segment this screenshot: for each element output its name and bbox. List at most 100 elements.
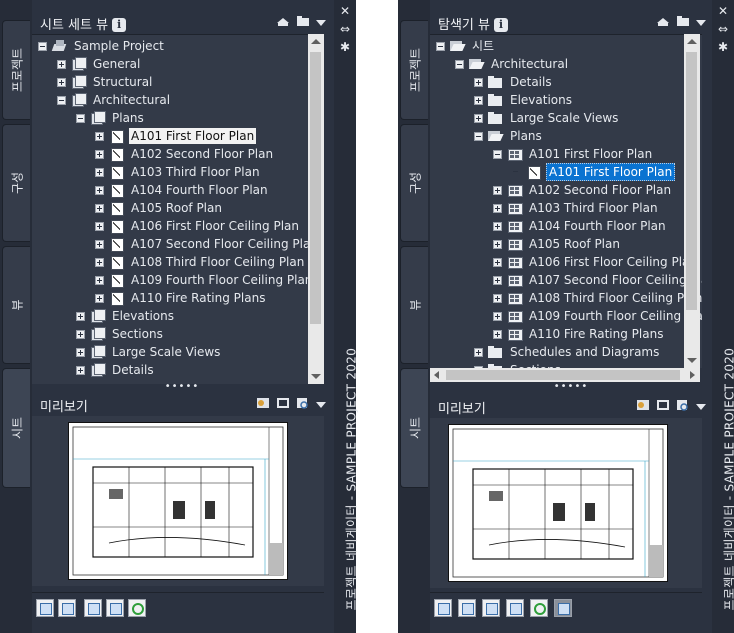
tree-item[interactable]: A106 First Floor Ceiling Plan — [493, 253, 699, 271]
preview-sheet-icon[interactable] — [636, 399, 650, 411]
expand-icon[interactable] — [493, 329, 502, 339]
expand-icon[interactable] — [493, 275, 502, 285]
expand-icon[interactable] — [474, 347, 483, 357]
tab-sheets[interactable]: 시트 — [2, 368, 30, 488]
new-sheet-button[interactable] — [434, 599, 452, 617]
expand-icon[interactable] — [76, 365, 85, 375]
view-button[interactable] — [506, 599, 524, 617]
collapse-icon[interactable] — [493, 149, 502, 159]
tree-item[interactable]: Structural — [57, 73, 154, 91]
tree-item[interactable]: Plans — [474, 127, 544, 145]
tab-project[interactable]: 프로젝트 — [400, 20, 428, 120]
tree-item[interactable]: A110 Fire Rating Plans — [95, 289, 267, 307]
close-icon[interactable]: ✕ — [716, 4, 730, 18]
expand-icon[interactable] — [474, 95, 483, 105]
chevron-down-icon[interactable] — [316, 19, 326, 26]
tree-item[interactable]: A103 Third Floor Plan — [493, 199, 660, 217]
tree-vertical-scrollbar[interactable] — [684, 34, 700, 368]
tree-item[interactable]: Sections — [474, 361, 563, 368]
preview-sheet-icon[interactable] — [256, 397, 270, 409]
tab-constructs[interactable]: 구성 — [2, 124, 30, 242]
expand-icon[interactable] — [474, 113, 483, 123]
expand-icon[interactable] — [95, 257, 104, 267]
scroll-down-icon[interactable] — [311, 374, 321, 379]
tree-item[interactable]: A110 Fire Rating Plans — [493, 325, 665, 343]
scroll-thumb[interactable] — [310, 52, 321, 324]
tree-item[interactable]: 시트 — [436, 37, 496, 55]
tree-item[interactable]: A107 Second Floor Ceiling Plan — [493, 271, 702, 289]
tree-item[interactable]: Architectural — [57, 91, 172, 109]
tree-item[interactable]: Plans — [76, 109, 146, 127]
tree-item[interactable]: A108 Third Floor Ceiling Plan — [95, 253, 306, 271]
expand-icon[interactable] — [493, 203, 502, 213]
gear-icon[interactable]: ✱ — [716, 40, 730, 54]
tree-item[interactable]: A107 Second Floor Ceiling Plan — [95, 235, 320, 253]
preview-details-icon[interactable] — [276, 397, 290, 409]
expand-icon[interactable] — [95, 149, 104, 159]
tree-item[interactable]: A108 Third Floor Ceiling Plan — [493, 289, 702, 307]
expand-icon[interactable] — [95, 239, 104, 249]
scroll-up-icon[interactable] — [311, 39, 321, 44]
tree-item[interactable]: General — [57, 55, 142, 73]
preview-details-icon[interactable] — [656, 399, 670, 411]
tree-item[interactable]: Sample Project — [38, 37, 166, 55]
expand-icon[interactable] — [95, 131, 104, 141]
chevron-down-icon[interactable] — [696, 19, 706, 26]
tab-views[interactable]: 뷰 — [400, 246, 428, 364]
expand-icon[interactable] — [95, 293, 104, 303]
expand-icon[interactable] — [493, 257, 502, 267]
collapse-icon[interactable] — [38, 41, 47, 51]
scroll-down-icon[interactable] — [687, 358, 697, 363]
tree-vertical-scrollbar[interactable] — [308, 34, 324, 384]
preview-zoom-icon[interactable] — [296, 397, 310, 409]
tree-item[interactable]: A101 First Floor Plan — [493, 145, 654, 163]
scroll-left-icon[interactable] — [434, 371, 439, 379]
info-icon[interactable]: i — [112, 18, 127, 32]
copy-sheet-button[interactable] — [458, 599, 476, 617]
expand-icon[interactable] — [493, 221, 502, 231]
expand-icon[interactable] — [493, 185, 502, 195]
refresh-button[interactable] — [530, 599, 548, 617]
info-icon[interactable]: i — [493, 18, 508, 32]
tree-item[interactable]: A106 First Floor Ceiling Plan — [95, 217, 301, 235]
tree-item[interactable]: Large Scale Views — [76, 343, 222, 361]
tree-item[interactable]: Schedules and Diagrams — [474, 343, 661, 361]
tab-views[interactable]: 뷰 — [2, 246, 30, 364]
gear-icon[interactable]: ✱ — [338, 40, 352, 54]
expand-icon[interactable] — [493, 239, 502, 249]
tree-horizontal-scrollbar[interactable] — [430, 368, 700, 382]
refresh-button[interactable] — [128, 599, 146, 617]
scroll-thumb[interactable] — [446, 370, 680, 380]
tree-item[interactable]: Details — [76, 361, 156, 379]
tree-item[interactable]: A101 First Floor Plan — [512, 163, 676, 181]
tree-item[interactable]: A109 Fourth Floor Ceiling Plan — [493, 307, 702, 325]
view-button[interactable] — [106, 599, 124, 617]
scroll-right-icon[interactable] — [690, 371, 695, 379]
tree-item[interactable]: A109 Fourth Floor Ceiling Plan — [95, 271, 314, 289]
collapse-icon[interactable] — [436, 41, 445, 51]
tree-item[interactable]: Details — [474, 73, 554, 91]
scroll-thumb[interactable] — [686, 52, 697, 310]
auto-hide-icon[interactable]: ⇔ — [338, 22, 352, 36]
tree-item[interactable]: A104 Fourth Floor Plan — [95, 181, 270, 199]
sheet-set-properties-button[interactable] — [36, 599, 54, 617]
tab-sheets[interactable]: 시트 — [400, 368, 428, 488]
pane-splitter[interactable]: ••••• — [430, 382, 712, 394]
expand-icon[interactable] — [95, 167, 104, 177]
tree-item[interactable]: A104 Fourth Floor Plan — [493, 217, 668, 235]
tree-item[interactable]: A105 Roof Plan — [95, 199, 224, 217]
select-button[interactable] — [84, 599, 102, 617]
collapse-icon[interactable] — [455, 59, 464, 69]
tree-item[interactable]: Elevations — [76, 307, 176, 325]
tree-item[interactable]: Architectural — [455, 55, 570, 73]
collapse-icon[interactable] — [76, 113, 85, 123]
expand-icon[interactable] — [95, 185, 104, 195]
close-icon[interactable]: ✕ — [338, 4, 352, 18]
folder-icon[interactable] — [676, 15, 690, 27]
chevron-down-icon[interactable] — [696, 403, 706, 410]
tree-item[interactable]: Sections — [76, 325, 165, 343]
tree-item[interactable]: Elevations — [474, 91, 574, 109]
tree-item[interactable]: A101 First Floor Plan — [95, 127, 257, 145]
expand-icon[interactable] — [493, 293, 502, 303]
folder-icon[interactable] — [296, 15, 310, 27]
